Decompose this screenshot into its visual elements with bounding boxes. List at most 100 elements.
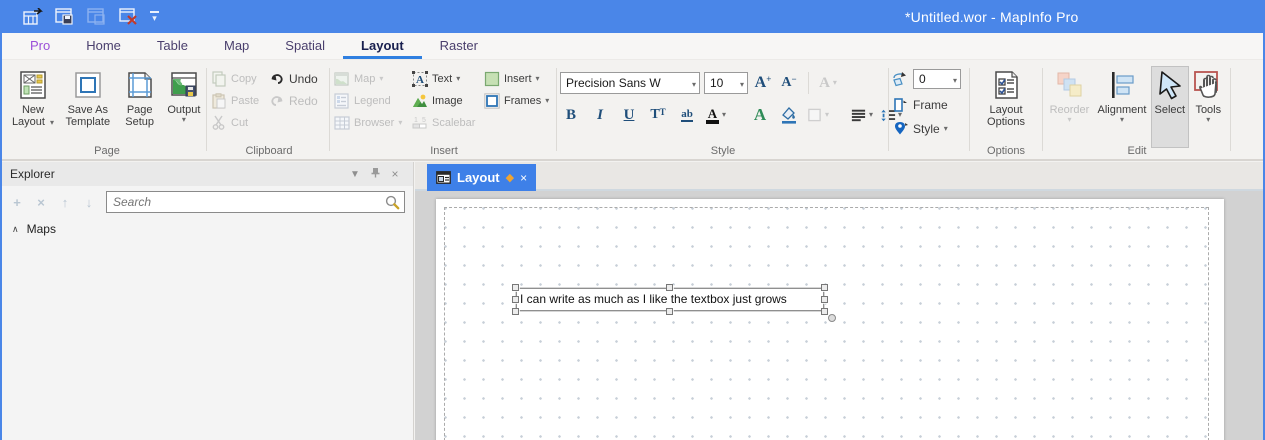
dropdown-caret[interactable]: ▾ bbox=[722, 111, 726, 119]
qat-overflow-icon[interactable]: ▾ bbox=[150, 10, 159, 23]
layout-window-icon bbox=[436, 171, 451, 184]
rotation-control[interactable]: 0 ▾ bbox=[892, 68, 968, 90]
paragraph-align-button[interactable]: ▾ bbox=[851, 103, 873, 127]
character-style-button[interactable]: A bbox=[749, 103, 771, 127]
italic-button[interactable]: I bbox=[589, 103, 611, 127]
frame-icon bbox=[892, 97, 909, 113]
collapse-icon[interactable]: ∧ bbox=[12, 224, 19, 235]
cut-icon bbox=[210, 115, 227, 131]
open-table-icon[interactable] bbox=[22, 7, 44, 27]
shrink-font-button[interactable]: A − bbox=[778, 71, 800, 95]
superscript-button[interactable]: TT bbox=[647, 103, 669, 127]
resize-handle-top-right[interactable] bbox=[821, 284, 828, 291]
font-color-button[interactable]: A ▾ bbox=[705, 103, 727, 127]
explorer-section-maps[interactable]: ∧ Maps bbox=[2, 218, 413, 240]
resize-handle-bottom-right[interactable] bbox=[821, 308, 828, 315]
reorder-button: Reorder ▾ bbox=[1046, 66, 1093, 125]
resize-handle-bottom-mid[interactable] bbox=[666, 308, 673, 315]
dropdown-caret[interactable]: ▾ bbox=[869, 111, 873, 119]
resize-handle-top-left[interactable] bbox=[512, 284, 519, 291]
legend-icon bbox=[333, 93, 350, 109]
panel-close-icon[interactable]: × bbox=[385, 167, 405, 181]
font-size-combo[interactable]: 10 ▾ bbox=[704, 72, 748, 94]
new-layout-button[interactable]: New Layout ▾ bbox=[8, 66, 58, 129]
dropdown-caret: ▾ bbox=[181, 115, 186, 124]
layout-options-button[interactable]: Layout Options bbox=[976, 66, 1036, 129]
dropdown-caret: ▾ bbox=[535, 74, 540, 83]
tab-home[interactable]: Home bbox=[68, 34, 139, 59]
insert-shape-button[interactable]: Insert ▾ bbox=[483, 68, 555, 90]
quick-access-toolbar: ▾ bbox=[22, 7, 159, 27]
tab-raster[interactable]: Raster bbox=[422, 34, 496, 59]
add-icon: + bbox=[13, 194, 21, 210]
dropdown-caret: ▾ bbox=[1067, 115, 1072, 124]
bold-button[interactable]: B bbox=[560, 103, 582, 127]
panel-menu-icon[interactable]: ▼ bbox=[345, 169, 365, 180]
move-up-icon: ↑ bbox=[61, 194, 69, 210]
tab-map[interactable]: Map bbox=[206, 34, 267, 59]
insert-frames-button[interactable]: Frames ▾ bbox=[483, 90, 555, 112]
insert-image-button[interactable]: Image bbox=[411, 90, 483, 112]
tab-table[interactable]: Table bbox=[139, 34, 206, 59]
document-tab-layout[interactable]: Layout ◆ × bbox=[427, 164, 537, 191]
resize-handle-bottom-left[interactable] bbox=[512, 308, 519, 315]
layout-page[interactable]: I can write as much as I like the textbo… bbox=[436, 199, 1224, 440]
save-window-icon bbox=[86, 7, 108, 27]
rotation-spinner[interactable]: 0 ▾ bbox=[913, 69, 961, 89]
svg-text:A: A bbox=[416, 74, 424, 86]
undo-button[interactable]: Undo bbox=[268, 68, 324, 90]
font-name-combo[interactable]: Precision Sans W ▾ bbox=[560, 72, 700, 94]
ribbon: New Layout ▾ Save As Template Page Setup bbox=[2, 60, 1263, 161]
group-label-edit: Edit bbox=[1127, 145, 1147, 157]
tools-button[interactable]: Tools ▾ bbox=[1189, 66, 1228, 125]
page-margin-grid bbox=[444, 207, 1209, 440]
dropdown-caret[interactable]: ▾ bbox=[944, 125, 948, 133]
selected-textbox[interactable]: I can write as much as I like the textbo… bbox=[512, 284, 836, 322]
search-box[interactable] bbox=[106, 191, 405, 213]
frames-icon bbox=[483, 93, 500, 109]
search-input[interactable] bbox=[113, 195, 385, 209]
tab-layout[interactable]: Layout bbox=[343, 34, 422, 59]
document-tab-label: Layout bbox=[457, 170, 500, 185]
group-label-clipboard: Clipboard bbox=[245, 145, 293, 157]
rotate-handle[interactable] bbox=[828, 314, 836, 322]
modified-indicator-icon: ◆ bbox=[505, 172, 515, 184]
panel-pin-icon[interactable] bbox=[365, 167, 385, 181]
underline-button[interactable]: U bbox=[618, 103, 640, 127]
paste-button: Paste bbox=[210, 90, 268, 112]
select-button[interactable]: Select bbox=[1151, 66, 1189, 148]
search-icon[interactable] bbox=[385, 195, 400, 210]
grow-font-button[interactable]: A + bbox=[752, 71, 774, 95]
save-workspace-icon[interactable] bbox=[54, 7, 76, 27]
group-style: Precision Sans W ▾ 10 ▾ A + A − A ▾ B I U TT … bbox=[560, 60, 902, 159]
tools-hand-icon bbox=[1192, 69, 1224, 101]
chevron-down-icon[interactable]: ▾ bbox=[953, 76, 957, 85]
chevron-down-icon[interactable]: ▾ bbox=[740, 80, 744, 89]
chevron-down-icon[interactable]: ▾ bbox=[692, 80, 696, 89]
window-title: *Untitled.wor - MapInfo Pro bbox=[905, 8, 1079, 25]
close-tab-icon[interactable]: × bbox=[520, 171, 527, 185]
frame-button[interactable]: Frame bbox=[892, 94, 968, 116]
resize-handle-mid-left[interactable] bbox=[512, 295, 519, 303]
strikethrough-button[interactable]: ab bbox=[676, 103, 698, 127]
paste-icon bbox=[210, 93, 227, 109]
dropdown-caret[interactable]: ▾ bbox=[1206, 116, 1210, 124]
resize-handle-top-mid[interactable] bbox=[666, 284, 673, 291]
map-pin-icon bbox=[892, 121, 909, 137]
style-pin-button[interactable]: Style ▾ bbox=[892, 118, 968, 140]
output-button[interactable]: Output ▾ bbox=[162, 66, 206, 125]
new-layout-icon bbox=[17, 69, 49, 101]
style-fill-button[interactable] bbox=[778, 103, 800, 127]
alignment-button[interactable]: Alignment ▾ bbox=[1093, 66, 1151, 125]
tab-spatial[interactable]: Spatial bbox=[267, 34, 343, 59]
layout-canvas[interactable]: I can write as much as I like the textbo… bbox=[415, 191, 1263, 440]
resize-handle-mid-right[interactable] bbox=[821, 295, 828, 303]
close-all-icon[interactable] bbox=[118, 7, 140, 27]
insert-text-button[interactable]: A Text ▾ bbox=[411, 68, 483, 90]
tab-pro[interactable]: Pro bbox=[12, 34, 68, 59]
page-setup-button[interactable]: Page Setup bbox=[118, 66, 162, 129]
move-down-icon: ↓ bbox=[85, 194, 93, 210]
insert-scalebar-button: 15 Scalebar bbox=[411, 112, 483, 134]
dropdown-caret[interactable]: ▾ bbox=[1120, 116, 1124, 124]
save-as-template-button[interactable]: Save As Template bbox=[58, 66, 118, 129]
